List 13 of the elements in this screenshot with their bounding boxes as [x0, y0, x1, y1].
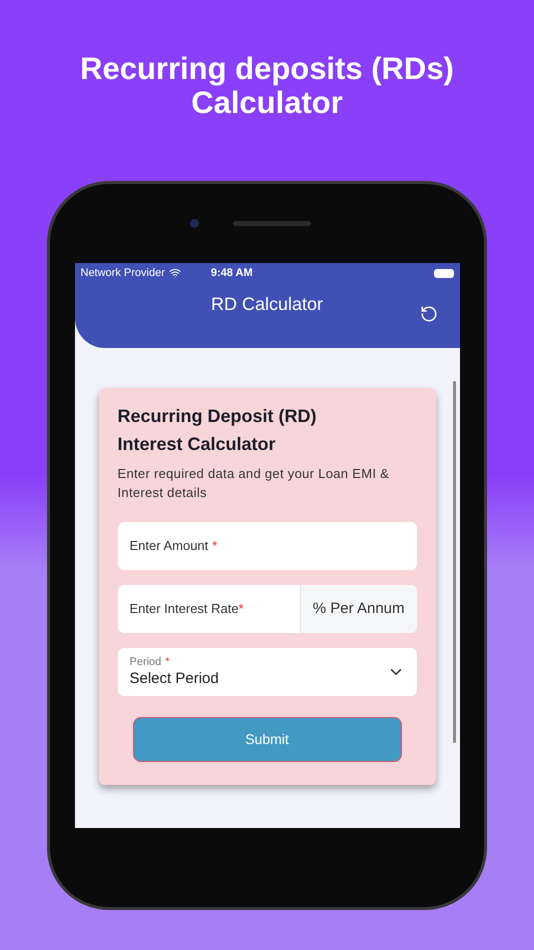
unit-addon: % Per Annum	[300, 585, 416, 633]
camera-icon	[190, 219, 198, 228]
status-time: 9:48 AM	[210, 266, 253, 281]
carrier-name: Network Provider	[80, 266, 165, 281]
card-subtitle: Enter required data and get your Loan EMI & Interest details	[118, 465, 390, 502]
battery-icon	[434, 268, 454, 278]
amount-field[interactable]: Enter Amount *	[118, 522, 416, 570]
interest-rate-field[interactable]: Enter Interest Rate*	[118, 585, 300, 633]
period-select[interactable]: Period * Select Period	[118, 648, 416, 696]
refresh-icon[interactable]	[420, 305, 438, 323]
app-title: RD Calculator	[210, 293, 324, 316]
card-title: Recurring Deposit (RD) Interest Calculator	[118, 405, 318, 456]
headline: Recurring deposits (RDs) Calculator	[79, 52, 455, 120]
